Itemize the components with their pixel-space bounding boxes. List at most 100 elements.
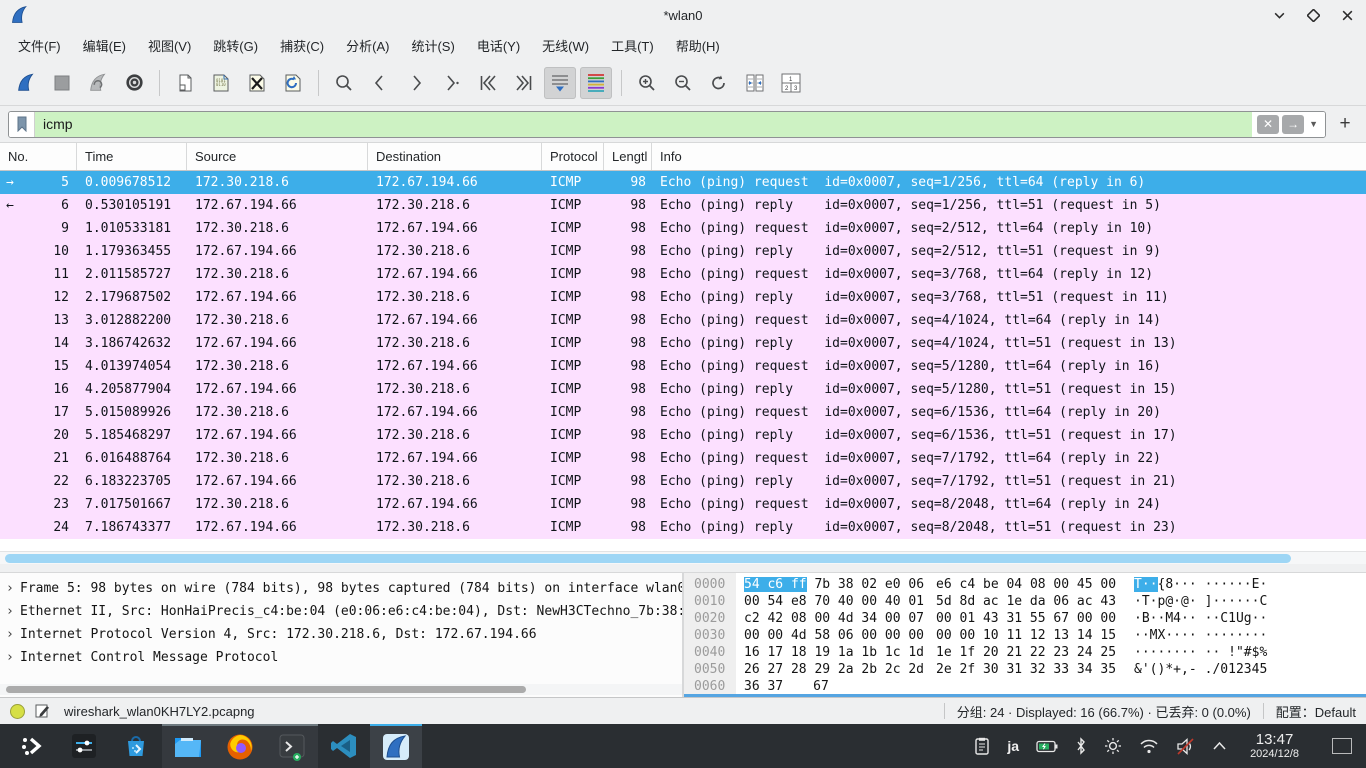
battery-icon[interactable] <box>1036 740 1058 753</box>
hex-row[interactable]: 0020c2 42 08 00 4d 34 00 0700 01 43 31 5… <box>684 610 1366 627</box>
hex-row[interactable]: 004016 17 18 19 1a 1b 1c 1d1e 1f 20 21 2… <box>684 644 1366 661</box>
tray-expand-icon[interactable] <box>1212 741 1227 751</box>
column-header-protocol[interactable]: Protocol <box>542 143 604 170</box>
volume-muted-icon[interactable] <box>1176 738 1195 755</box>
menu-edit[interactable]: 编辑(E) <box>73 32 136 59</box>
minimize-icon[interactable] <box>1270 6 1288 24</box>
expand-chevron-icon[interactable]: › <box>6 646 20 669</box>
close-file-button[interactable] <box>241 67 273 99</box>
zoom-reset-button[interactable] <box>703 67 735 99</box>
packet-row[interactable]: 237.017501667172.30.218.6172.67.194.66IC… <box>0 493 1366 516</box>
menu-capture[interactable]: 捕获(C) <box>270 32 334 59</box>
column-header-time[interactable]: Time <box>77 143 187 170</box>
packet-row[interactable]: 143.186742632172.67.194.66172.30.218.6IC… <box>0 332 1366 355</box>
column-header-source[interactable]: Source <box>187 143 368 170</box>
display-filter-field[interactable]: icmp ✕ → ▼ <box>8 111 1326 138</box>
go-to-packet-button[interactable] <box>436 67 468 99</box>
layout-button[interactable]: 123 <box>775 67 807 99</box>
hex-row[interactable]: 005026 27 28 29 2a 2b 2c 2d2e 2f 30 31 3… <box>684 661 1366 678</box>
menu-file[interactable]: 文件(F) <box>8 32 71 59</box>
clipboard-icon[interactable] <box>974 737 990 755</box>
packet-row[interactable]: 205.185468297172.67.194.66172.30.218.6IC… <box>0 424 1366 447</box>
show-desktop-button[interactable] <box>1332 738 1352 754</box>
taskbar-app-launcher-icon[interactable] <box>6 724 58 768</box>
zoom-out-button[interactable] <box>667 67 699 99</box>
colorize-button[interactable] <box>580 67 612 99</box>
hex-row[interactable]: 006036 3767 <box>684 678 1366 695</box>
packet-row[interactable]: 216.016488764172.30.218.6172.67.194.66IC… <box>0 447 1366 470</box>
detail-tree-item[interactable]: ›Ethernet II, Src: HonHaiPrecis_c4:be:04… <box>0 600 682 623</box>
taskbar-firefox-icon[interactable] <box>214 724 266 768</box>
first-packet-button[interactable] <box>472 67 504 99</box>
expand-chevron-icon[interactable]: › <box>6 600 20 623</box>
packet-row[interactable]: 112.011585727172.30.218.6172.67.194.66IC… <box>0 263 1366 286</box>
taskbar-vscode-icon[interactable] <box>318 724 370 768</box>
taskbar-discover-icon[interactable] <box>110 724 162 768</box>
packet-row[interactable]: 133.012882200172.30.218.6172.67.194.66IC… <box>0 309 1366 332</box>
menu-analyze[interactable]: 分析(A) <box>336 32 399 59</box>
start-capture-button[interactable] <box>10 67 42 99</box>
hex-row[interactable]: 000054 c6 ff 7b 38 02 e0 06e6 c4 be 04 0… <box>684 576 1366 593</box>
keyboard-layout-indicator[interactable]: ja <box>1007 738 1019 754</box>
menu-wireless[interactable]: 无线(W) <box>532 32 599 59</box>
find-packet-button[interactable] <box>328 67 360 99</box>
reload-file-button[interactable] <box>277 67 309 99</box>
resize-columns-button[interactable] <box>739 67 771 99</box>
zoom-in-button[interactable] <box>631 67 663 99</box>
detail-tree-item[interactable]: ›Frame 5: 98 bytes on wire (784 bits), 9… <box>0 577 682 600</box>
capture-comment-icon[interactable] <box>34 703 50 719</box>
restart-capture-button[interactable] <box>82 67 114 99</box>
wifi-icon[interactable] <box>1139 738 1159 754</box>
packet-row[interactable]: 175.015089926172.30.218.6172.67.194.66IC… <box>0 401 1366 424</box>
brightness-icon[interactable] <box>1104 737 1122 755</box>
hex-row[interactable]: 003000 00 4d 58 06 00 00 0000 00 10 11 1… <box>684 627 1366 644</box>
capture-options-button[interactable] <box>118 67 150 99</box>
filter-apply-icon[interactable]: → <box>1282 115 1304 134</box>
filter-add-button[interactable]: + <box>1332 113 1358 135</box>
save-file-button[interactable]: 01010110 <box>205 67 237 99</box>
expand-chevron-icon[interactable]: › <box>6 577 20 600</box>
filter-bookmark-icon[interactable] <box>9 112 35 137</box>
packet-row[interactable]: →50.009678512172.30.218.6172.67.194.66IC… <box>0 171 1366 194</box>
go-forward-button[interactable] <box>400 67 432 99</box>
bluetooth-icon[interactable] <box>1075 737 1087 755</box>
details-hscrollbar[interactable] <box>0 684 682 695</box>
packet-row[interactable]: ←60.530105191172.67.194.66172.30.218.6IC… <box>0 194 1366 217</box>
filter-dropdown-icon[interactable]: ▼ <box>1307 119 1320 129</box>
stop-capture-button[interactable] <box>46 67 78 99</box>
column-header-length[interactable]: Lengtl <box>604 143 652 170</box>
capture-filename[interactable]: wireshark_wlan0KH7LY2.pcapng <box>64 704 255 719</box>
go-back-button[interactable] <box>364 67 396 99</box>
maximize-icon[interactable] <box>1304 6 1322 24</box>
detail-tree-item[interactable]: ›Internet Protocol Version 4, Src: 172.3… <box>0 623 682 646</box>
taskbar-settings-icon[interactable] <box>58 724 110 768</box>
menu-tools[interactable]: 工具(T) <box>601 32 664 59</box>
packet-row[interactable]: 101.179363455172.67.194.66172.30.218.6IC… <box>0 240 1366 263</box>
menu-view[interactable]: 视图(V) <box>138 32 201 59</box>
column-header-info[interactable]: Info <box>652 143 1366 170</box>
taskbar-file-manager-icon[interactable] <box>162 724 214 768</box>
expert-info-icon[interactable] <box>10 704 25 719</box>
packet-row[interactable]: 154.013974054172.30.218.6172.67.194.66IC… <box>0 355 1366 378</box>
detail-tree-item[interactable]: ›Internet Control Message Protocol <box>0 646 682 669</box>
packet-row[interactable]: 164.205877904172.67.194.66172.30.218.6IC… <box>0 378 1366 401</box>
menu-help[interactable]: 帮助(H) <box>666 32 730 59</box>
packet-list-hscrollbar[interactable] <box>0 551 1366 564</box>
hex-row[interactable]: 001000 54 e8 70 40 00 40 015d 8d ac 1e d… <box>684 593 1366 610</box>
open-file-button[interactable] <box>169 67 201 99</box>
column-header-no[interactable]: No. <box>0 143 77 170</box>
clock[interactable]: 13:47 2024/12/8 <box>1250 732 1299 761</box>
packet-row[interactable]: 91.010533181172.30.218.6172.67.194.66ICM… <box>0 217 1366 240</box>
filter-clear-icon[interactable]: ✕ <box>1257 115 1279 134</box>
last-packet-button[interactable] <box>508 67 540 99</box>
taskbar-terminal-icon[interactable] <box>266 724 318 768</box>
auto-scroll-button[interactable] <box>544 67 576 99</box>
menu-statistics[interactable]: 统计(S) <box>401 32 464 59</box>
pane-splitter[interactable] <box>0 564 1366 573</box>
packet-row[interactable]: 122.179687502172.67.194.66172.30.218.6IC… <box>0 286 1366 309</box>
expand-chevron-icon[interactable]: › <box>6 623 20 646</box>
close-icon[interactable] <box>1338 6 1356 24</box>
filter-input[interactable]: icmp <box>35 112 1252 137</box>
menu-go[interactable]: 跳转(G) <box>203 32 268 59</box>
column-header-destination[interactable]: Destination <box>368 143 542 170</box>
